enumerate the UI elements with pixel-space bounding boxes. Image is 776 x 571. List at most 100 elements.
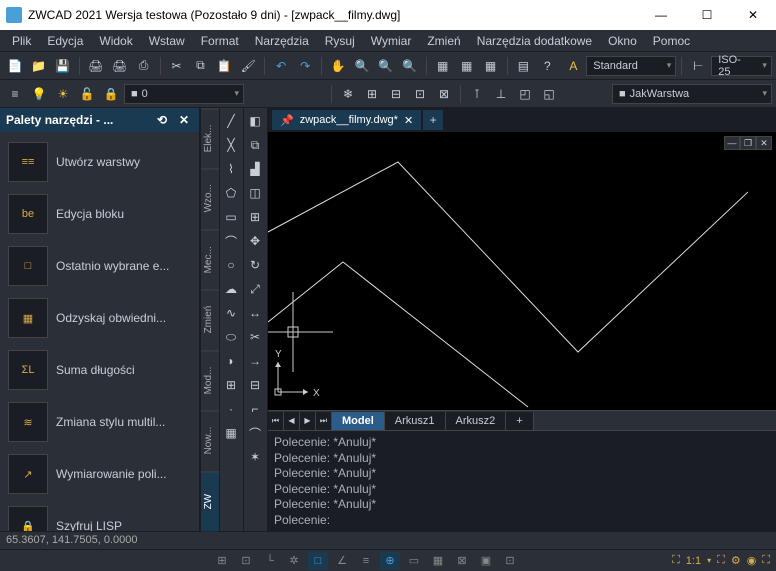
- rotate-tool[interactable]: ↻: [244, 254, 266, 276]
- layer-combo[interactable]: ■ 0: [124, 84, 244, 104]
- menu-wymiar[interactable]: Wymiar: [363, 32, 420, 50]
- command-line[interactable]: Polecenie: *Anuluj* Polecenie: *Anuluj* …: [268, 430, 776, 531]
- print-button[interactable]: 🖨: [85, 55, 107, 77]
- tab-close-icon[interactable]: ✕: [404, 114, 413, 127]
- revcloud-tool[interactable]: ☁: [220, 278, 242, 300]
- isolate-icon[interactable]: ◉: [747, 554, 757, 567]
- explode-tool[interactable]: ✶: [244, 446, 266, 468]
- publish-button[interactable]: ⎙: [133, 55, 155, 77]
- menu-format[interactable]: Format: [193, 32, 247, 50]
- tool-c[interactable]: ⊟: [385, 83, 407, 105]
- layer-on-icon[interactable]: 💡: [28, 83, 50, 105]
- menu-rysuj[interactable]: Rysuj: [317, 32, 363, 50]
- menu-narzedzia-dodatkowe[interactable]: Narzędzia dodatkowe: [469, 32, 600, 50]
- command-prompt[interactable]: Polecenie:: [274, 513, 770, 527]
- design-center-button[interactable]: ▦: [456, 55, 478, 77]
- line-tool[interactable]: ╱: [220, 110, 242, 132]
- drawing-close-button[interactable]: ✕: [756, 136, 772, 150]
- tab-nav-next[interactable]: ▶: [300, 412, 316, 430]
- vtab-zw[interactable]: ZW: [201, 471, 219, 531]
- palette-item-zmiana-stylu[interactable]: ≋Zmiana stylu multil...: [2, 396, 197, 448]
- menu-plik[interactable]: Plik: [4, 32, 39, 50]
- save-button[interactable]: 💾: [52, 55, 74, 77]
- pan-button[interactable]: ✋: [327, 55, 349, 77]
- grid-toggle[interactable]: ⊡: [236, 552, 256, 570]
- drawing-minimize-button[interactable]: —: [724, 136, 740, 150]
- mirror-tool[interactable]: ▟: [244, 158, 266, 180]
- menu-widok[interactable]: Widok: [91, 32, 140, 50]
- hatch-tool[interactable]: ▦: [220, 422, 242, 444]
- erase-tool[interactable]: ◧: [244, 110, 266, 132]
- extra-toggle-3[interactable]: ⊡: [500, 552, 520, 570]
- circle-tool[interactable]: ○: [220, 254, 242, 276]
- tool-b[interactable]: ⊞: [361, 83, 383, 105]
- model-toggle[interactable]: ▭: [404, 552, 424, 570]
- palette-item-wymiarowanie[interactable]: ↗Wymiarowanie poli...: [2, 448, 197, 500]
- cut-button[interactable]: ✂: [166, 55, 188, 77]
- copy-tool[interactable]: ⧉: [244, 134, 266, 156]
- extra-toggle-2[interactable]: ▣: [476, 552, 496, 570]
- xline-tool[interactable]: ╳: [220, 134, 242, 156]
- layer-lock-icon[interactable]: 🔓: [76, 83, 98, 105]
- properties-button[interactable]: ▦: [432, 55, 454, 77]
- redo-button[interactable]: ↷: [294, 55, 316, 77]
- paste-button[interactable]: 📋: [213, 55, 235, 77]
- rectangle-tool[interactable]: ▭: [220, 206, 242, 228]
- stretch-tool[interactable]: ↔: [244, 302, 266, 324]
- print-preview-button[interactable]: 🖨: [109, 55, 131, 77]
- osnap-toggle[interactable]: □: [308, 552, 328, 570]
- trim-tool[interactable]: ✂: [244, 326, 266, 348]
- array-tool[interactable]: ⊞: [244, 206, 266, 228]
- lwt-toggle[interactable]: ≡: [356, 552, 376, 570]
- palette-item-ostatnio-wybrane[interactable]: □Ostatnio wybrane e...: [2, 240, 197, 292]
- add-layout-tab[interactable]: +: [506, 412, 533, 430]
- tool-i[interactable]: ◱: [538, 83, 560, 105]
- zoom-prev-button[interactable]: 🔍: [399, 55, 421, 77]
- vtab-elek[interactable]: Elek...: [201, 108, 219, 168]
- spline-tool[interactable]: ∿: [220, 302, 242, 324]
- polygon-tool[interactable]: ⬠: [220, 182, 242, 204]
- line-style-combo[interactable]: ■ JakWarstwa: [612, 84, 772, 104]
- layer-lock2-icon[interactable]: 🔒: [100, 83, 122, 105]
- dim-style-combo[interactable]: ISO-25: [711, 56, 772, 76]
- tool-f[interactable]: ⊺: [466, 83, 488, 105]
- tab-nav-first[interactable]: ⏮: [268, 412, 284, 430]
- ortho-toggle[interactable]: └: [260, 552, 280, 570]
- window-maximize-button[interactable]: ☐: [684, 0, 730, 30]
- palette-pin-icon[interactable]: ⟲: [153, 111, 171, 129]
- drawing-canvas[interactable]: X Y — ❐ ✕: [268, 132, 776, 410]
- layout-tab-2[interactable]: Arkusz2: [446, 412, 507, 430]
- window-minimize-button[interactable]: —: [638, 0, 684, 30]
- tab-nav-last[interactable]: ⏭: [316, 412, 332, 430]
- model-tab[interactable]: Model: [332, 412, 385, 430]
- vtab-mod[interactable]: Mod...: [201, 350, 219, 410]
- match-props-button[interactable]: 🖌: [237, 55, 259, 77]
- layer-manager-button[interactable]: ≡: [4, 83, 26, 105]
- tab-nav-prev[interactable]: ◀: [284, 412, 300, 430]
- document-tab-active[interactable]: 📌 zwpack__filmy.dwg* ✕: [272, 110, 421, 130]
- extend-tool[interactable]: →: [244, 350, 266, 372]
- palette-item-utworz-warstwy[interactable]: ≡≡Utwórz warstwy: [2, 136, 197, 188]
- palette-item-suma-dlugosci[interactable]: ΣLSuma długości: [2, 344, 197, 396]
- vtab-wzo[interactable]: Wzo...: [201, 168, 219, 228]
- move-tool[interactable]: ✥: [244, 230, 266, 252]
- zoom-button[interactable]: 🔍: [351, 55, 373, 77]
- menu-pomoc[interactable]: Pomoc: [645, 32, 698, 50]
- cycle-toggle[interactable]: ▦: [428, 552, 448, 570]
- drawing-restore-button[interactable]: ❐: [740, 136, 756, 150]
- polyline-tool[interactable]: ⌇: [220, 158, 242, 180]
- palette-item-szyfruj-lisp[interactable]: 🔒Szyfruj LISP: [2, 500, 197, 531]
- new-document-tab[interactable]: +: [423, 110, 443, 130]
- annotation-visibility-icon[interactable]: ⛶: [717, 554, 725, 567]
- menu-zmien[interactable]: Zmień: [419, 32, 468, 50]
- scale-label[interactable]: 1:1: [686, 555, 701, 567]
- tool-e[interactable]: ⊠: [433, 83, 455, 105]
- tool-d[interactable]: ⊡: [409, 83, 431, 105]
- text-style-combo[interactable]: Standard: [586, 56, 676, 76]
- arc-tool[interactable]: ⌒: [220, 230, 242, 252]
- vtab-now[interactable]: Now...: [201, 410, 219, 470]
- vtab-mec[interactable]: Mec...: [201, 229, 219, 289]
- otrack-toggle[interactable]: ∠: [332, 552, 352, 570]
- hardware-accel-icon[interactable]: ⚙: [731, 554, 741, 567]
- tool-palette-button[interactable]: ▦: [480, 55, 502, 77]
